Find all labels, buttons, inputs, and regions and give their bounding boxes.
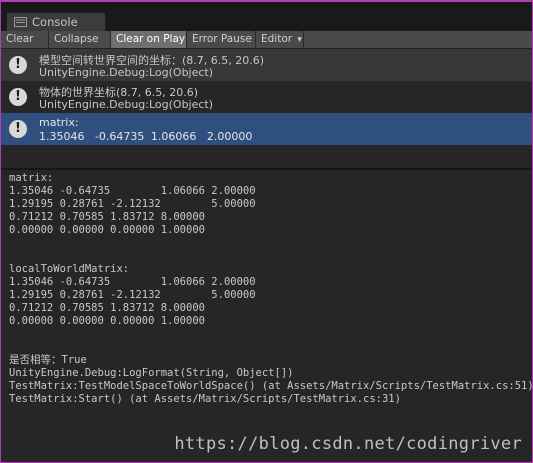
log-entry-selected[interactable]: ! matrix: 1.35046 -0.64735 1.06066 2.000… xyxy=(1,113,532,145)
clear-button[interactable]: Clear xyxy=(1,31,49,48)
editor-dropdown-label: Editor xyxy=(261,33,293,45)
log-detail-pane[interactable]: matrix: 1.35046 -0.64735 1.06066 2.00000… xyxy=(1,170,533,462)
log-entry[interactable]: ! 物体的世界坐标(8.7, 6.5, 20.6) UnityEngine.De… xyxy=(1,81,532,113)
collapse-toggle[interactable]: Collapse xyxy=(49,31,111,48)
log-entry-list[interactable]: ! 模型空间转世界空间的坐标：(8.7, 6.5, 20.6) UnityEng… xyxy=(1,49,532,167)
log-detail-text: matrix: 1.35046 -0.64735 1.06066 2.00000… xyxy=(9,172,533,405)
chevron-down-icon: ▾ xyxy=(297,35,302,45)
log-message: matrix: xyxy=(39,116,79,129)
clear-on-play-toggle[interactable]: Clear on Play xyxy=(111,31,187,48)
console-window: Console Clear Collapse Clear on Play Err… xyxy=(0,0,533,463)
log-stack-line: 1.35046 -0.64735 1.06066 2.00000 xyxy=(39,130,253,143)
editor-dropdown[interactable]: Editor ▾ xyxy=(256,31,304,48)
tab-strip: Console xyxy=(1,2,532,32)
info-exclamation-icon: ! xyxy=(9,88,27,106)
info-exclamation-icon: ! xyxy=(9,56,27,74)
console-list-icon xyxy=(14,17,27,27)
error-pause-toggle[interactable]: Error Pause xyxy=(187,31,256,48)
log-stack-line: UnityEngine.Debug:Log(Object) xyxy=(39,98,214,111)
info-exclamation-icon: ! xyxy=(9,120,27,138)
tab-console[interactable]: Console xyxy=(6,12,106,32)
log-stack-line: UnityEngine.Debug:Log(Object) xyxy=(39,66,214,79)
log-entry[interactable]: ! 模型空间转世界空间的坐标：(8.7, 6.5, 20.6) UnityEng… xyxy=(1,49,532,81)
console-toolbar: Clear Collapse Clear on Play Error Pause… xyxy=(1,31,532,49)
tab-console-label: Console xyxy=(32,15,78,29)
watermark-text: https://blog.csdn.net/codingriver xyxy=(174,434,522,454)
